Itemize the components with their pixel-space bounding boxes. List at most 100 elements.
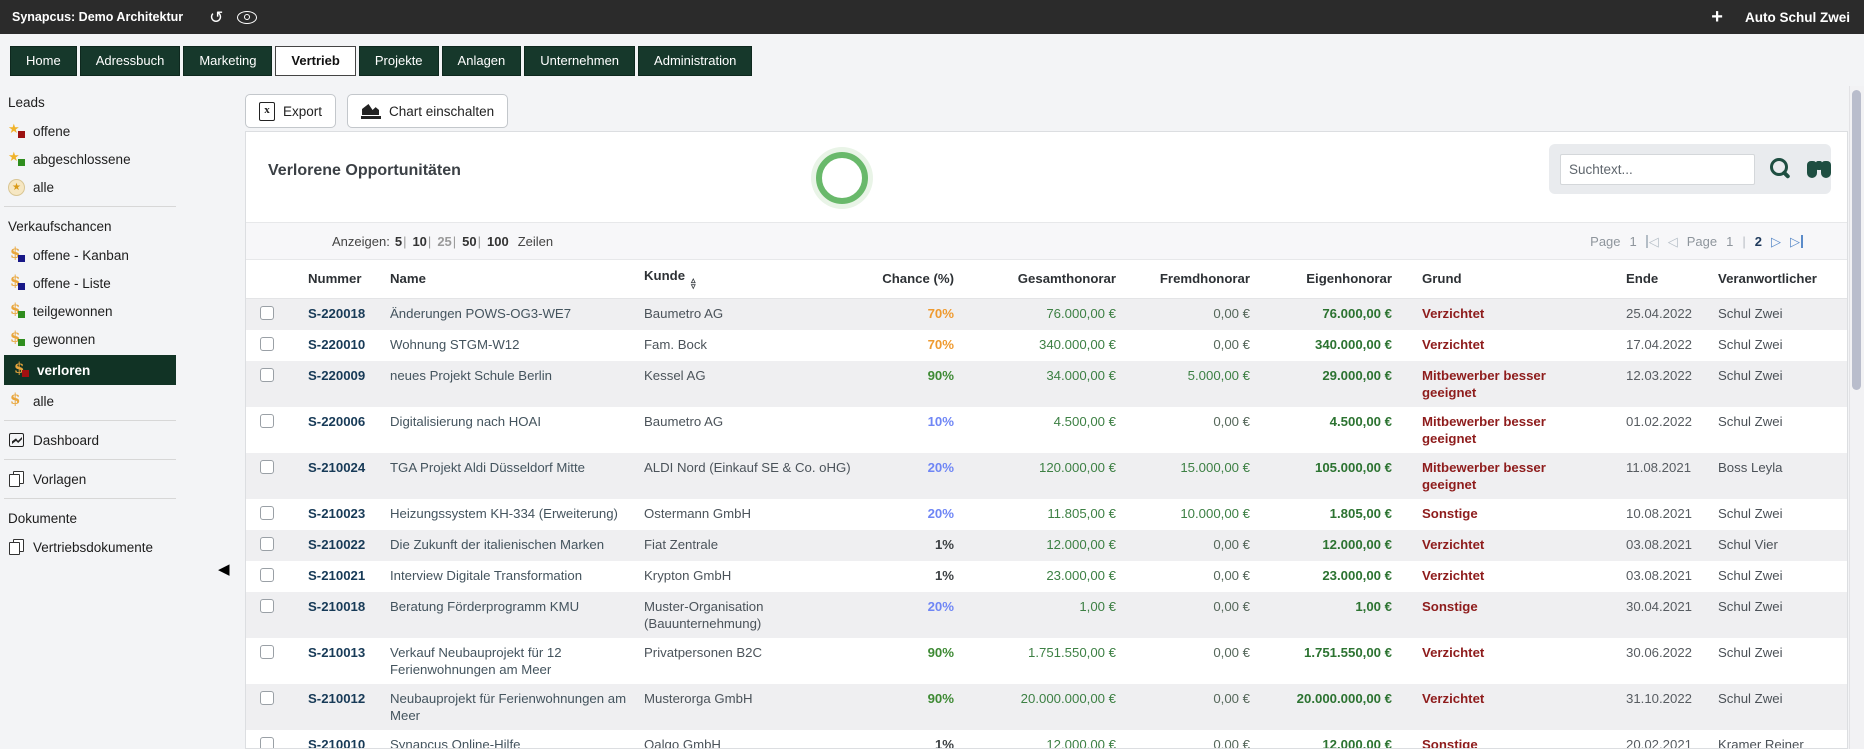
cell-verantwortlicher: Schul Zwei [1712, 499, 1848, 530]
user-name[interactable]: Auto Schul Zwei [1745, 10, 1850, 25]
sidebar-item-teilgewonnen[interactable]: teilgewonnen [0, 297, 212, 325]
first-page-icon[interactable]: ◁ [1646, 235, 1659, 248]
row-checkbox[interactable] [260, 306, 274, 320]
cell-chance: 70% [862, 330, 960, 361]
page-link-2[interactable]: 2 [1755, 234, 1762, 249]
rows-per-page: Anzeigen: 5 10 25 50 100 Zeilen [332, 234, 553, 249]
rows-option-50[interactable]: 50 [452, 234, 477, 249]
table-row[interactable]: S-210018 Beratung Förderprogramm KMU Mus… [246, 592, 1848, 638]
sidebar-item-vorlagen[interactable]: Vorlagen [0, 465, 212, 493]
table-row[interactable]: S-210022 Die Zukunft der italienischen M… [246, 530, 1848, 561]
table-row[interactable]: S-210021 Interview Digitale Transformati… [246, 561, 1848, 592]
sidebar-item-chancen-alle[interactable]: alle [0, 387, 212, 415]
sidebar-divider [4, 206, 176, 207]
sidebar: Leads offene abgeschlossene alle Verkauf… [0, 88, 212, 561]
binoculars-icon[interactable] [1806, 159, 1831, 180]
row-checkbox[interactable] [260, 337, 274, 351]
table-row[interactable]: S-210013 Verkauf Neubauprojekt für 12 Fe… [246, 638, 1848, 684]
row-checkbox[interactable] [260, 537, 274, 551]
table-row[interactable]: S-210024 TGA Projekt Aldi Düsseldorf Mit… [246, 453, 1848, 499]
row-checkbox[interactable] [260, 368, 274, 382]
table-row[interactable]: S-220006 Digitalisierung nach HOAI Baume… [246, 407, 1848, 453]
cell-verantwortlicher: Schul Zwei [1712, 330, 1848, 361]
sort-icon[interactable]: ▵▿ [691, 277, 696, 289]
table-row[interactable]: S-220010 Wohnung STGM-W12 Fam. Bock 70% … [246, 330, 1848, 361]
search-icon[interactable] [1769, 157, 1792, 181]
sidebar-item-leads-offene[interactable]: offene [0, 117, 212, 145]
rows-option-5[interactable]: 5 [395, 234, 402, 249]
tab-administration[interactable]: Administration [638, 46, 752, 76]
sidebar-item-offene-kanban[interactable]: offene - Kanban [0, 241, 212, 269]
chart-toggle-button[interactable]: Chart einschalten [347, 94, 508, 128]
table-row[interactable]: S-210010 Synapcus Online-Hilfe Qalgo Gmb… [246, 730, 1848, 749]
export-button[interactable]: Export [245, 94, 336, 128]
cell-nummer[interactable]: S-220010 [302, 330, 384, 361]
cell-nummer[interactable]: S-210022 [302, 530, 384, 561]
sidebar-item-gewonnen[interactable]: gewonnen [0, 325, 212, 353]
column-header-nummer: Nummer [302, 259, 384, 299]
row-checkbox[interactable] [260, 691, 274, 705]
cell-nummer[interactable]: S-220018 [302, 299, 384, 331]
sidebar-item-leads-alle[interactable]: alle [0, 173, 212, 201]
page-link-1[interactable]: 1 [1726, 234, 1733, 249]
search-input[interactable] [1560, 154, 1755, 185]
lead-closed-icon [8, 151, 26, 167]
tab-vertrieb[interactable]: Vertrieb [275, 46, 355, 76]
cell-verantwortlicher: Schul Vier [1712, 530, 1848, 561]
table-row[interactable]: S-220018 Änderungen POWS-OG3-WE7 Baumetr… [246, 299, 1848, 331]
prev-page-icon[interactable]: ◁ [1668, 235, 1678, 248]
scrollbar-thumb[interactable] [1852, 90, 1861, 390]
rows-option-10[interactable]: 10 [402, 234, 427, 249]
row-checkbox[interactable] [260, 414, 274, 428]
tab-anlagen[interactable]: Anlagen [442, 46, 522, 76]
page-label: Page [1687, 234, 1717, 249]
cell-nummer[interactable]: S-210021 [302, 561, 384, 592]
rows-option-100[interactable]: 100 [477, 234, 509, 249]
sidebar-item-vertriebsdokumente[interactable]: Vertriebsdokumente [0, 533, 212, 561]
table-header-row: Nummer Name Kunde▵▿ Chance (%) Gesamthon… [246, 259, 1848, 299]
cell-nummer[interactable]: S-210012 [302, 684, 384, 730]
vertical-scrollbar[interactable] [1849, 86, 1864, 749]
tab-home[interactable]: Home [10, 46, 77, 76]
cell-nummer[interactable]: S-210013 [302, 638, 384, 684]
cell-nummer[interactable]: S-210010 [302, 730, 384, 749]
sidebar-collapse-icon[interactable]: ◀ [218, 560, 230, 578]
tab-marketing[interactable]: Marketing [183, 46, 272, 76]
table-row[interactable]: S-210023 Heizungssystem KH-334 (Erweiter… [246, 499, 1848, 530]
table-row[interactable]: S-220009 neues Projekt Schule Berlin Kes… [246, 361, 1848, 407]
row-checkbox[interactable] [260, 568, 274, 582]
column-header-kunde[interactable]: Kunde▵▿ [638, 259, 862, 299]
history-icon[interactable]: ↺ [209, 9, 223, 26]
cell-nummer[interactable]: S-220009 [302, 361, 384, 407]
table-row[interactable]: S-210012 Neubauprojekt für Ferienwohnung… [246, 684, 1848, 730]
add-button[interactable]: + [1711, 6, 1723, 29]
cell-kunde: Krypton GmbH [638, 561, 862, 592]
tab-projekte[interactable]: Projekte [359, 46, 439, 76]
row-checkbox[interactable] [260, 645, 274, 659]
row-checkbox[interactable] [260, 737, 274, 749]
row-checkbox[interactable] [260, 599, 274, 613]
table-controls: Anzeigen: 5 10 25 50 100 Zeilen Page 1 ◁… [246, 222, 1847, 260]
next-page-icon[interactable]: ▷ [1771, 235, 1781, 248]
column-header-chance: Chance (%) [862, 259, 960, 299]
cell-nummer[interactable]: S-210023 [302, 499, 384, 530]
last-page-icon[interactable]: ▷ [1790, 235, 1803, 248]
cell-nummer[interactable]: S-210024 [302, 453, 384, 499]
row-checkbox[interactable] [260, 506, 274, 520]
tab-adressbuch[interactable]: Adressbuch [80, 46, 181, 76]
column-header-eigenhonorar: Eigenhonorar [1256, 259, 1398, 299]
cell-name: Beratung Förderprogramm KMU [384, 592, 638, 638]
cell-fremdhonorar: 5.000,00 € [1122, 361, 1256, 407]
sidebar-item-dashboard[interactable]: Dashboard [0, 426, 212, 454]
cell-gesamthonorar: 76.000,00 € [960, 299, 1122, 331]
cell-nummer[interactable]: S-210018 [302, 592, 384, 638]
cell-nummer[interactable]: S-220006 [302, 407, 384, 453]
sidebar-item-leads-abgeschlossene[interactable]: abgeschlossene [0, 145, 212, 173]
row-checkbox[interactable] [260, 460, 274, 474]
sidebar-item-verloren[interactable]: verloren [4, 355, 176, 385]
cell-ende: 20.02.2021 [1620, 730, 1712, 749]
tab-unternehmen[interactable]: Unternehmen [524, 46, 635, 76]
anzeigen-label: Anzeigen: [332, 234, 390, 249]
eye-icon[interactable] [237, 11, 257, 24]
sidebar-item-offene-liste[interactable]: offene - Liste [0, 269, 212, 297]
